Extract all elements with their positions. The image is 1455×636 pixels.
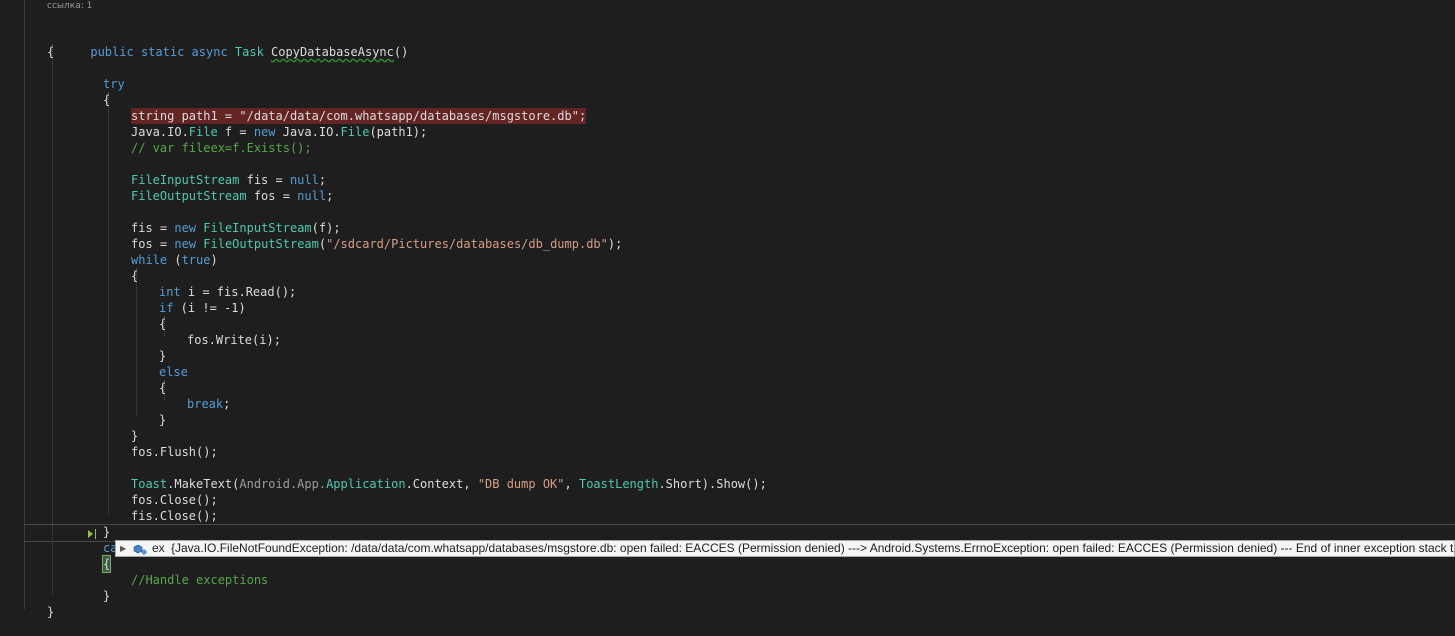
- code-line: }: [0, 572, 1455, 603]
- code-line: // var fileex=f.Exists();: [0, 124, 1455, 155]
- code-line: }: [0, 396, 1455, 427]
- code-line: break;: [0, 380, 1455, 411]
- variable-object-icon: [133, 543, 147, 555]
- type-name: FileOutputStream: [131, 189, 247, 203]
- keyword: public: [90, 45, 134, 59]
- code-line: {: [0, 252, 1455, 283]
- code-line: fis = new FileInputStream(f);: [0, 204, 1455, 235]
- code-line: {: [0, 300, 1455, 331]
- datatip-variable-name: ex: [152, 541, 165, 555]
- code-line: //Handle exceptions: [0, 556, 1455, 587]
- code-line: {: [0, 28, 1455, 59]
- keyword: async: [191, 45, 228, 59]
- method-name[interactable]: CopyDatabaseAsync: [271, 45, 394, 59]
- code-line: FileInputStream fis = null;: [0, 156, 1455, 187]
- comment: // var fileex=f.Exists();: [131, 141, 312, 155]
- code-line: Toast.MakeText(Android.App.Application.C…: [0, 460, 1455, 491]
- brace: }: [47, 605, 55, 619]
- punctuation: (): [393, 45, 409, 59]
- keyword: static: [140, 45, 185, 59]
- datatip-variable-value[interactable]: {Java.IO.FileNotFoundException: /data/da…: [171, 541, 1454, 556]
- punctuation: ;: [326, 189, 334, 203]
- code-line: fos.Flush();: [0, 428, 1455, 459]
- code-line: if (i != -1): [0, 284, 1455, 315]
- code-line: fos.Write(i);: [0, 316, 1455, 347]
- code-text: fos.Flush();: [131, 445, 218, 459]
- code-line-breakpoint: string path1 = "/data/data/com.whatsapp/…: [0, 92, 1455, 124]
- code-line: fos.Close();: [0, 476, 1455, 507]
- code-line: }: [0, 332, 1455, 363]
- code-line: try: [0, 60, 1455, 91]
- code-line: else: [0, 348, 1455, 379]
- code-line: }: [0, 412, 1455, 443]
- code-editor[interactable]: ссылка: 1 public static async Task CopyD…: [0, 0, 1455, 619]
- code-line-current: catch (Exception ex): [0, 524, 1455, 555]
- debugger-datatip[interactable]: ▶ ex {Java.IO.FileNotFoundException: /da…: [115, 540, 1455, 557]
- brace: {: [47, 45, 55, 59]
- reference-count-codelens[interactable]: ссылка: 1: [47, 0, 92, 12]
- code-line: Java.IO.File f = new Java.IO.File(path1)…: [0, 108, 1455, 139]
- keyword: null: [297, 189, 327, 203]
- code-line: while (true): [0, 236, 1455, 267]
- type-name: Task: [234, 45, 264, 59]
- code-line: {: [0, 364, 1455, 395]
- code-line: fos = new FileOutputStream("/sdcard/Pict…: [0, 220, 1455, 251]
- code-line: int i = fis.Read();: [0, 268, 1455, 299]
- code-line: fis.Close();: [0, 492, 1455, 523]
- code-line: }: [0, 508, 1455, 539]
- code-text: fos =: [246, 189, 298, 203]
- code-line: }: [0, 588, 1455, 619]
- expand-triangle-icon[interactable]: ▶: [120, 541, 128, 556]
- code-line: public static async Task CopyDatabaseAsy…: [0, 12, 1455, 59]
- code-line: FileOutputStream fos = null;: [0, 172, 1455, 203]
- code-line: {: [0, 76, 1455, 107]
